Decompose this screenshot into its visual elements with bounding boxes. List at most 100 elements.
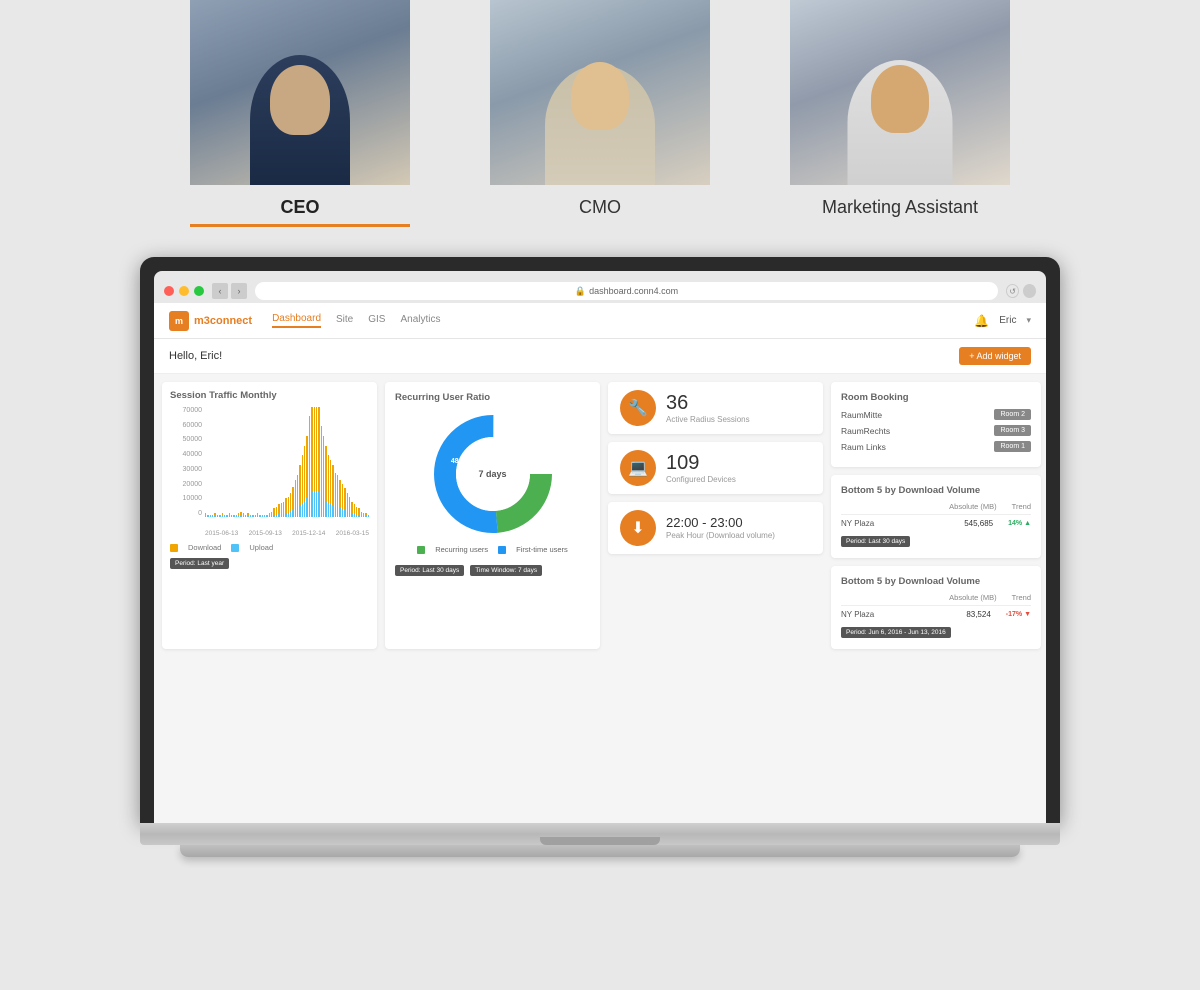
bar-group xyxy=(255,407,256,517)
nav-gis[interactable]: GIS xyxy=(368,314,385,327)
forward-button[interactable]: › xyxy=(231,283,247,299)
laptop-wrapper: ‹ › 🔒 dashboard.conn4.com ↺ m xyxy=(0,257,1200,857)
radius-icon: 🔧 xyxy=(620,390,656,426)
bar-group xyxy=(269,407,270,517)
recurring-period-badge: Period: Last 30 days xyxy=(395,565,464,576)
bar-group xyxy=(325,407,326,517)
bar-group xyxy=(328,407,329,517)
bar-group xyxy=(358,407,359,517)
devices-label: Configured Devices xyxy=(666,475,736,484)
bar-upload xyxy=(259,516,260,517)
chart-bars-container xyxy=(205,407,369,517)
bar-group xyxy=(245,407,246,517)
bar-group xyxy=(297,407,298,517)
lock-icon: 🔒 xyxy=(575,286,586,297)
bar-download xyxy=(306,436,307,499)
hello-bar: Hello, Eric! + Add widget xyxy=(154,339,1046,374)
bar-upload xyxy=(297,507,298,517)
close-button[interactable] xyxy=(164,286,174,296)
bar-group xyxy=(323,407,324,517)
bar-upload xyxy=(217,516,218,517)
user-dropdown-icon[interactable]: ▾ xyxy=(1026,315,1031,326)
bar-download xyxy=(316,407,317,492)
bar-group xyxy=(226,407,227,517)
bar-upload xyxy=(368,516,369,517)
bar-group xyxy=(236,407,237,517)
bar-upload xyxy=(278,514,279,517)
bar-download xyxy=(283,502,284,514)
peak-number: 22:00 - 23:00 xyxy=(666,516,775,529)
bar-group xyxy=(214,407,215,517)
bar-upload xyxy=(255,516,256,517)
bar-group xyxy=(295,407,296,517)
ma-label: Marketing Assistant xyxy=(822,197,978,218)
nav-site[interactable]: Site xyxy=(336,314,353,327)
bar-upload xyxy=(304,501,305,518)
persona-ma[interactable]: Marketing Assistant xyxy=(790,0,1010,218)
bar-upload xyxy=(337,507,338,517)
nav-analytics[interactable]: Analytics xyxy=(400,314,440,327)
bar-upload xyxy=(266,516,267,517)
bar-upload xyxy=(339,508,340,517)
bar-upload xyxy=(328,503,329,517)
bar-upload xyxy=(365,516,366,517)
donut-chart: 48.7% 51.3% 7 days xyxy=(428,409,558,539)
devices-icon: 💻 xyxy=(620,450,656,486)
persona-cmo[interactable]: CMO xyxy=(490,0,710,218)
bar-download xyxy=(351,502,352,514)
firsttime-legend-label: First-time users xyxy=(516,545,568,554)
room-badge-1: Room 2 xyxy=(994,409,1031,420)
bottom5-top-period: Period: Last 30 days xyxy=(841,536,910,547)
bar-upload xyxy=(349,513,350,517)
bar-group xyxy=(229,407,230,517)
bar-group xyxy=(344,407,345,517)
bar-upload xyxy=(344,510,345,517)
bar-upload xyxy=(354,514,355,517)
recurring-user-widget: Recurring User Ratio xyxy=(385,382,600,649)
bar-download xyxy=(295,480,296,509)
bar-group xyxy=(314,407,315,517)
donut-legend: Recurring users First-time users xyxy=(417,545,568,554)
bar-group xyxy=(332,407,333,517)
bar-upload xyxy=(233,516,234,517)
bar-upload xyxy=(325,501,326,518)
url-bar[interactable]: 🔒 dashboard.conn4.com xyxy=(255,282,998,300)
logo-icon: m xyxy=(169,311,189,331)
bottom5-top-trend: 14% ▲ xyxy=(1008,520,1031,527)
maximize-button[interactable] xyxy=(194,286,204,296)
settings-icon[interactable] xyxy=(1023,284,1036,298)
notification-icon[interactable]: 🔔 xyxy=(974,314,989,328)
refresh-icon[interactable]: ↺ xyxy=(1006,284,1019,298)
devices-number: 109 xyxy=(666,453,736,473)
recurring-period-badges: Period: Last 30 days Time Window: 7 days xyxy=(395,560,590,576)
bar-upload xyxy=(257,516,258,517)
bar-download xyxy=(328,455,329,502)
bar-upload xyxy=(240,516,241,517)
add-widget-button[interactable]: + Add widget xyxy=(959,347,1031,365)
minimize-button[interactable] xyxy=(179,286,189,296)
bar-group xyxy=(311,407,312,517)
username-display: Eric xyxy=(999,315,1016,326)
bar-upload xyxy=(212,516,213,517)
persona-ceo[interactable]: CEO xyxy=(190,0,410,227)
stats-column: 🔧 36 Active Radius Sessions 💻 109 Co xyxy=(608,382,823,649)
bar-group xyxy=(337,407,338,517)
bar-group xyxy=(247,407,248,517)
back-button[interactable]: ‹ xyxy=(212,283,228,299)
bar-download xyxy=(325,446,326,501)
bar-download xyxy=(281,503,282,514)
laptop-screen-outer: ‹ › 🔒 dashboard.conn4.com ↺ m xyxy=(140,257,1060,823)
bar-group xyxy=(335,407,336,517)
donut-container: 48.7% 51.3% 7 days Recurring users F xyxy=(395,409,590,554)
bar-download xyxy=(276,507,277,515)
nav-dashboard[interactable]: Dashboard xyxy=(272,313,321,328)
bar-group xyxy=(264,407,265,517)
recurring-time-window-badge: Time Window: 7 days xyxy=(470,565,542,576)
bar-upload xyxy=(311,491,312,517)
bar-upload xyxy=(269,516,270,517)
bar-group xyxy=(205,407,206,517)
bar-download xyxy=(339,480,340,509)
traffic-lights xyxy=(164,286,204,296)
bar-upload xyxy=(358,515,359,517)
bar-download xyxy=(330,460,331,504)
